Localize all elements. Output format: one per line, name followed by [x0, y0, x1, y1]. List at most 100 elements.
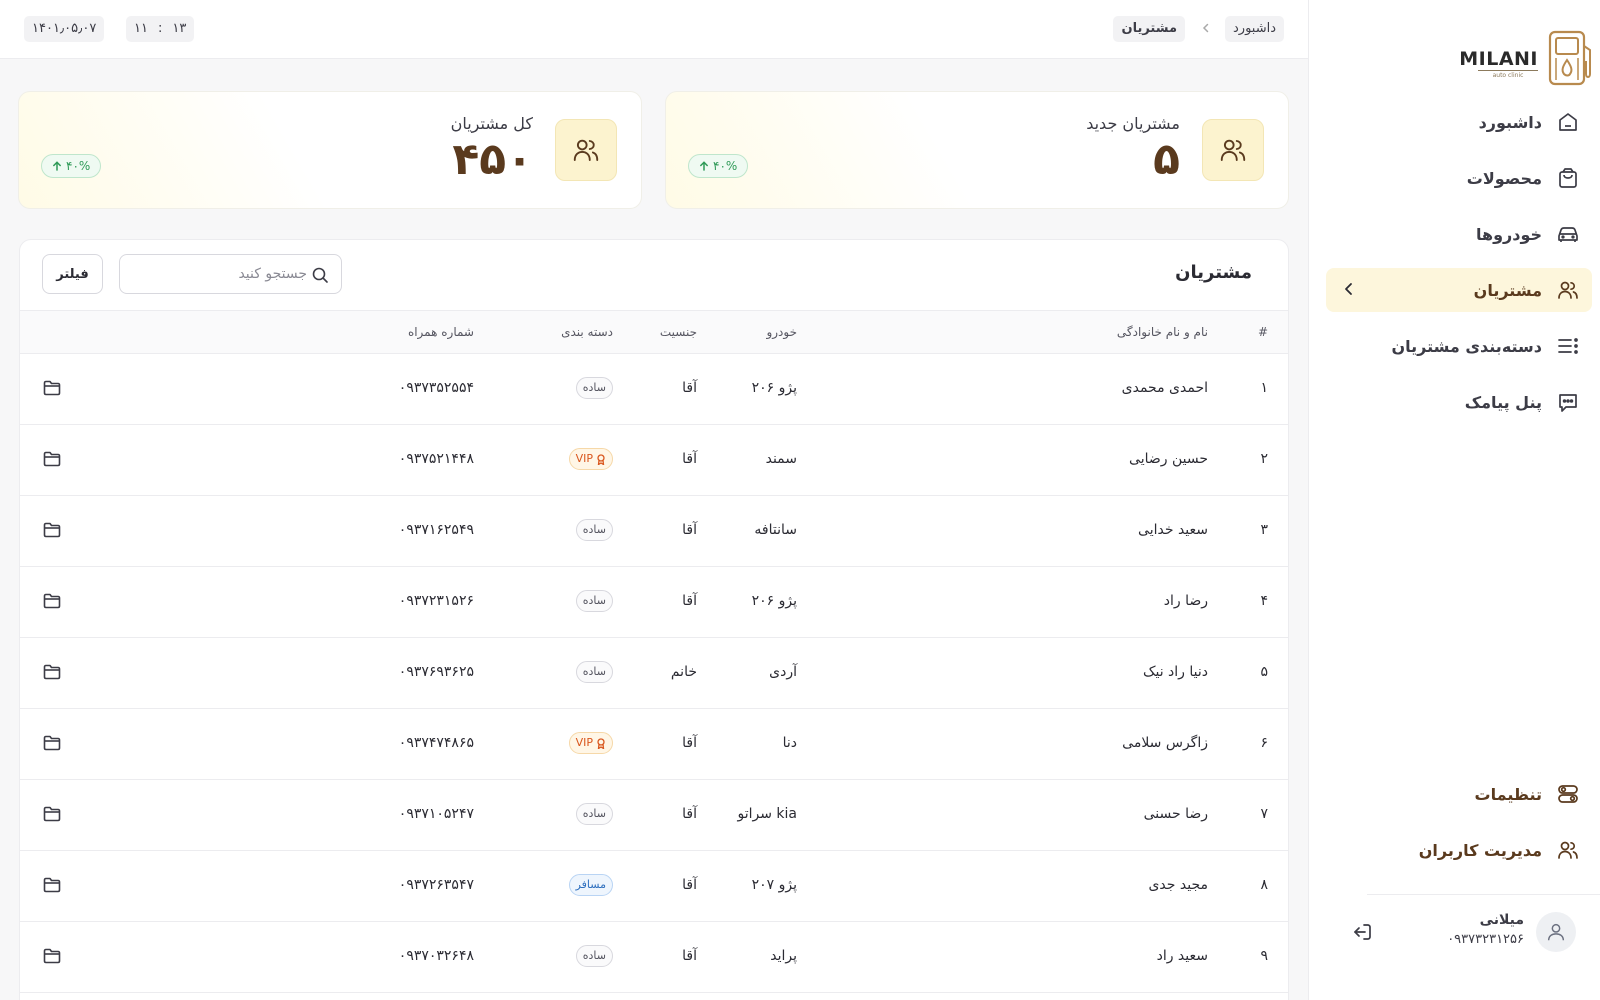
sidebar-item-label: تنظیمات	[1474, 784, 1542, 804]
customer-phone: ۰۹۳۷۱۶۲۵۴۹	[398, 522, 474, 538]
row-index: ۲	[1260, 451, 1268, 467]
logout-icon[interactable]	[1350, 920, 1374, 948]
table-header: # نام و نام خانوادگی خودرو جنسیت دسته بن…	[20, 310, 1288, 354]
folder-icon[interactable]	[42, 662, 62, 686]
brand-logo[interactable]: MILANI auto clinic	[1459, 28, 1596, 90]
category-cell: ساده	[575, 945, 613, 967]
customer-phone: ۰۹۳۷۰۳۲۶۴۸	[398, 948, 474, 964]
customer-name: زاگرس سلامی	[1122, 735, 1208, 751]
table-row[interactable]: ۴ رضا راد پژو ۲۰۶ آقا ساده ۰۹۳۷۲۳۱۵۲۶	[20, 567, 1288, 638]
folder-icon[interactable]	[42, 449, 62, 473]
sidebar-item-cars[interactable]: خودروها	[1326, 212, 1592, 256]
table-row[interactable]: ۵ دنیا راد نیک آردی خانم ساده ۰۹۳۷۶۹۳۶۲۵	[20, 638, 1288, 709]
table-row[interactable]: ۱ احمدی محمدی پژو ۲۰۶ آقا ساده ۰۹۳۷۳۵۲۵۵۴	[20, 354, 1288, 425]
row-index: ۱	[1260, 380, 1268, 396]
column-header-name: نام و نام خانوادگی	[1116, 325, 1208, 339]
customer-phone: ۰۹۳۷۵۲۱۴۴۸	[398, 451, 474, 467]
folder-icon[interactable]	[42, 733, 62, 757]
customer-car: پژو ۲۰۶	[751, 593, 797, 609]
row-index: ۹	[1260, 948, 1268, 964]
customer-gender: آقا	[682, 380, 697, 396]
column-header-car: خودرو	[766, 325, 797, 339]
folder-icon[interactable]	[42, 875, 62, 899]
divider	[1367, 894, 1600, 895]
customer-phone: ۰۹۳۷۲۳۱۵۲۶	[398, 593, 474, 609]
customer-car: دنا	[782, 735, 797, 751]
category-cell: ساده	[575, 377, 613, 399]
customer-name: سعید راد	[1156, 948, 1208, 964]
table-row[interactable]: ۸ مجید جدی پژو ۲۰۷ آقا مسافر ۰۹۳۷۲۶۳۵۴۷	[20, 851, 1288, 922]
folder-icon[interactable]	[42, 520, 62, 544]
sidebar-item-settings[interactable]: تنظیمات	[1326, 772, 1592, 816]
avatar[interactable]	[1536, 912, 1576, 952]
customer-car: سانتافه	[754, 522, 797, 538]
category-label: ساده	[582, 665, 606, 678]
sidebar-item-customer-categories[interactable]: دسته‌بندی مشتریان	[1326, 324, 1592, 368]
customer-name: سعید خدایی	[1138, 522, 1208, 538]
customer-phone: ۰۹۳۷۳۵۲۵۵۴	[398, 380, 474, 396]
sidebar-item-label: مشتریان	[1473, 280, 1542, 300]
folder-icon[interactable]	[42, 378, 62, 402]
message-icon	[1556, 390, 1580, 414]
award-icon	[597, 737, 605, 749]
customer-car: سراتو kia	[737, 806, 797, 822]
breadcrumb-dashboard[interactable]: داشبورد	[1225, 16, 1284, 42]
row-index: ۳	[1260, 522, 1268, 538]
table-row[interactable]: ۷ رضا حسنی سراتو kia آقا ساده ۰۹۳۷۱۰۵۲۴۷	[20, 780, 1288, 851]
sidebar-item-label: محصولات	[1466, 168, 1542, 188]
customer-name: حسین رضایی	[1129, 451, 1208, 467]
sidebar-item-products[interactable]: محصولات	[1326, 156, 1592, 200]
customer-gender: آقا	[682, 948, 697, 964]
row-index: ۵	[1260, 664, 1268, 680]
table-row[interactable]: ۲ حسین رضایی سمند آقا VIP ۰۹۳۷۵۲۱۴۴۸	[20, 425, 1288, 496]
category-label: VIP	[575, 452, 593, 465]
breadcrumb-customers: مشتریان	[1113, 16, 1185, 42]
chevron-left-icon	[1200, 22, 1212, 38]
category-cell: ساده	[575, 661, 613, 683]
category-cell: VIP	[568, 732, 613, 754]
customer-phone: ۰۹۳۷۴۷۴۸۶۵	[398, 735, 474, 751]
search-icon	[311, 266, 329, 288]
category-label: ساده	[582, 949, 606, 962]
stat-title: کل مشتریان	[450, 114, 533, 133]
customer-gender: خانم	[670, 664, 697, 680]
customer-name: احمدی محمدی	[1121, 380, 1208, 396]
customer-gender: آقا	[682, 593, 697, 609]
chevron-left-icon	[1340, 280, 1358, 302]
user-phone: ۰۹۳۷۳۲۳۱۲۵۶	[1447, 932, 1524, 947]
award-icon	[597, 453, 605, 465]
clock-separator: :	[157, 21, 163, 36]
folder-icon[interactable]	[42, 946, 62, 970]
table-row[interactable]: ۶ زاگرس سلامی دنا آقا VIP ۰۹۳۷۴۷۴۸۶۵	[20, 709, 1288, 780]
users-icon	[1556, 278, 1580, 302]
car-icon	[1556, 222, 1580, 246]
search-input[interactable]	[137, 263, 307, 285]
search-box	[119, 254, 342, 294]
clock-minute: ۱۱	[134, 21, 148, 36]
filter-button[interactable]: فیلتر	[42, 254, 103, 294]
list-icon	[1556, 334, 1580, 358]
folder-icon[interactable]	[42, 591, 62, 615]
category-label: VIP	[575, 736, 593, 749]
sidebar-bottom-nav: تنظیمات مدیریت کاربران	[1308, 772, 1600, 884]
sidebar-item-label: خودروها	[1475, 224, 1542, 244]
column-header-category: دسته بندی	[561, 325, 613, 339]
users-manage-icon	[1556, 838, 1580, 862]
sidebar-item-dashboard[interactable]: داشبورد	[1326, 100, 1592, 144]
category-cell: VIP	[568, 448, 613, 470]
table-row[interactable]: ۹ سعید راد پراید آقا ساده ۰۹۳۷۰۳۲۶۴۸	[20, 922, 1288, 993]
user-profile: میلانی ۰۹۳۷۳۲۳۱۲۵۶	[1308, 894, 1600, 1000]
customer-car: آردی	[769, 664, 797, 680]
change-value: ۴۰%	[66, 159, 91, 173]
customer-gender: آقا	[682, 451, 697, 467]
table-row[interactable]: ۳ سعید خدایی سانتافه آقا ساده ۰۹۳۷۱۶۲۵۴۹	[20, 496, 1288, 567]
category-badge: ساده	[575, 377, 613, 399]
user-name: میلانی	[1479, 912, 1524, 928]
table-title: مشتریان	[1175, 262, 1252, 283]
fuel-pump-icon	[1548, 30, 1591, 86]
customer-name: دنیا راد نیک	[1142, 664, 1208, 680]
folder-icon[interactable]	[42, 804, 62, 828]
sidebar-item-sms-panel[interactable]: پنل پیامک	[1326, 380, 1592, 424]
sidebar-item-customers[interactable]: مشتریان	[1326, 268, 1592, 312]
sidebar-item-user-management[interactable]: مدیریت کاربران	[1326, 828, 1592, 872]
